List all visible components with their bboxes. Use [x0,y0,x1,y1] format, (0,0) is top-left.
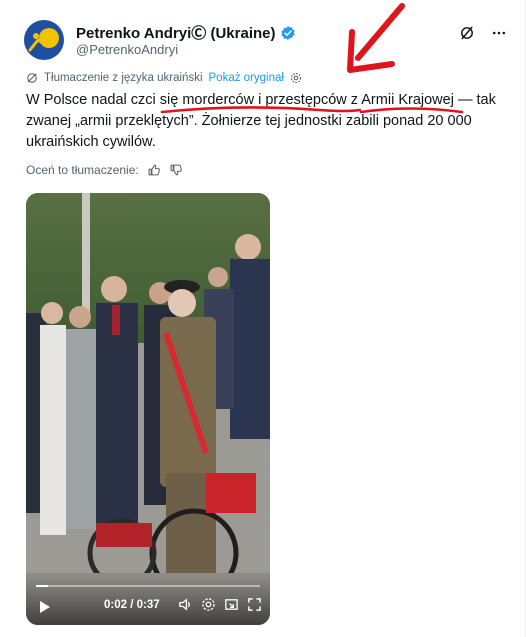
video-control-icons [178,597,262,612]
grok-icon[interactable] [458,24,476,42]
translation-bar: Tłumaczenie z języka ukraiński Pokaż ory… [26,72,302,84]
thumbs-up-icon[interactable] [147,163,161,177]
settings-gear-icon[interactable] [201,597,216,612]
avatar[interactable] [24,20,64,60]
video-progress-fill [36,585,49,587]
video-controls: 0:02 / 0:37 [26,577,270,625]
tweet-card: Petrenko AndryiⒸ (Ukraine) @PetrenkoAndr… [0,0,526,637]
author-handle[interactable]: @PetrenkoAndryi [76,42,178,57]
tweet-text-part: W Polsce nadal czci się [26,92,183,108]
settings-icon[interactable] [290,72,302,84]
video-frame-image [26,193,270,625]
avatar-figure-icon [28,32,54,52]
translate-icon [27,73,37,83]
show-original-link[interactable]: Pokaż oryginał [209,72,284,84]
video-timecode: 0:02 / 0:37 [104,599,160,611]
fullscreen-icon[interactable] [247,597,262,612]
volume-icon[interactable] [178,597,193,612]
rate-translation-row: Oceń to tłumaczenie: [26,163,183,177]
author-name-row: Petrenko AndryiⒸ (Ukraine) [76,22,296,43]
tweet-text-underlined-murderers: morderców i przestępców [182,92,347,108]
tweet-text-underlined-home-army: Armii Krajowej [361,92,454,108]
thumbs-down-icon[interactable] [169,163,183,177]
rate-label: Oceń to tłumaczenie: [26,163,139,177]
tweet-text-part: z [346,92,362,108]
play-icon[interactable] [36,599,52,615]
video-progress-bar[interactable] [36,585,260,587]
header-actions [458,24,508,42]
author-display-name[interactable]: Petrenko AndryiⒸ (Ukraine) [76,22,276,43]
video-player[interactable]: 0:02 / 0:37 [26,193,270,625]
more-icon[interactable] [490,24,508,42]
translation-label: Tłumaczenie z języka ukraiński [44,72,203,84]
tweet-header: Petrenko AndryiⒸ (Ukraine) @PetrenkoAndr… [24,18,514,62]
picture-in-picture-icon[interactable] [224,597,239,612]
tweet-text: W Polsce nadal czci się morderców i prze… [26,90,504,153]
verified-badge-icon [280,25,295,40]
